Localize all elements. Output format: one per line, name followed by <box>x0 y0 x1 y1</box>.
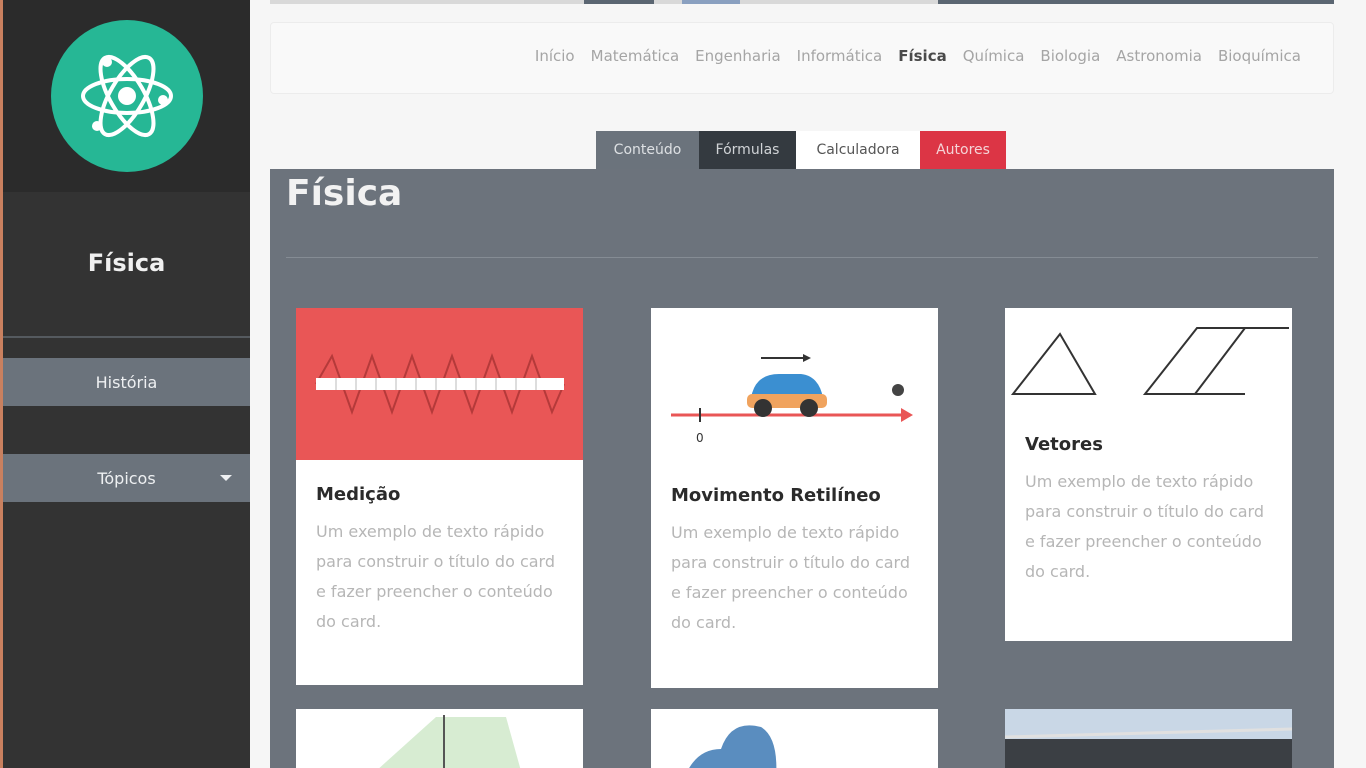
sidebar-title: Física <box>87 249 166 277</box>
nav-link-biologia[interactable]: Biologia <box>1040 47 1100 65</box>
content-panel: Física Medição Um exemplo de texto rápid… <box>270 169 1334 768</box>
card-preview[interactable] <box>1005 709 1292 768</box>
card-image <box>1005 308 1292 418</box>
sidebar-divider <box>3 336 250 338</box>
card-image <box>1005 709 1292 768</box>
card-title: Movimento Retilíneo <box>671 485 881 506</box>
card-text: Um exemplo de texto rápido para construi… <box>1025 472 1265 581</box>
nav-link-fisica[interactable]: Física <box>898 47 946 65</box>
origin-label: 0 <box>696 431 704 445</box>
nav-link-engenharia[interactable]: Engenharia <box>695 47 780 65</box>
logo[interactable] <box>50 20 203 172</box>
logo-area <box>3 0 250 192</box>
card-text: Um exemplo de texto rápido para construi… <box>316 522 556 631</box>
sidebar-item-label: História <box>95 372 158 392</box>
nav-links: Início Matemática Engenharia Informática… <box>535 47 1301 65</box>
card-image <box>651 709 938 768</box>
card-vetores[interactable]: Vetores Um exemplo de texto rápido para … <box>1005 308 1292 641</box>
card-title: Medição <box>316 484 401 505</box>
card-preview[interactable] <box>296 709 583 768</box>
card-medicao[interactable]: Medição Um exemplo de texto rápido para … <box>296 308 583 685</box>
nav-link-quimica[interactable]: Química <box>963 47 1025 65</box>
tab-calculadora[interactable]: Calculadora <box>796 131 920 169</box>
tab-conteudo[interactable]: Conteúdo <box>596 131 699 169</box>
sidebar-item-topicos[interactable]: Tópicos <box>3 454 250 502</box>
nav-link-informatica[interactable]: Informática <box>797 47 883 65</box>
card-preview[interactable] <box>651 709 938 768</box>
navbar: Início Matemática Engenharia Informática… <box>270 22 1334 94</box>
nav-link-matematica[interactable]: Matemática <box>591 47 680 65</box>
atom-icon <box>80 54 173 138</box>
tab-formulas[interactable]: Fórmulas <box>699 131 796 169</box>
card-text: Um exemplo de texto rápido para construi… <box>671 523 911 632</box>
page-title: Física <box>286 173 403 214</box>
caret-down-icon <box>220 475 232 481</box>
nav-link-inicio[interactable]: Início <box>535 47 575 65</box>
title-divider <box>286 257 1318 258</box>
sidebar-item-label: Tópicos <box>97 468 156 488</box>
nav-link-astronomia[interactable]: Astronomia <box>1116 47 1202 65</box>
card-title: Vetores <box>1025 434 1103 455</box>
tab-autores[interactable]: Autores <box>920 131 1006 169</box>
card-image <box>296 308 583 460</box>
nav-link-bioquimica[interactable]: Bioquímica <box>1218 47 1301 65</box>
tab-bar: Conteúdo Fórmulas Calculadora Autores <box>596 131 1006 169</box>
card-image <box>296 709 583 768</box>
sidebar-item-historia[interactable]: História <box>3 358 250 406</box>
top-strip <box>270 0 1334 4</box>
card-movimento-retilineo[interactable]: 0 Movimento Retilíneo Um exemplo de text… <box>651 308 938 688</box>
card-image: 0 <box>651 308 938 458</box>
